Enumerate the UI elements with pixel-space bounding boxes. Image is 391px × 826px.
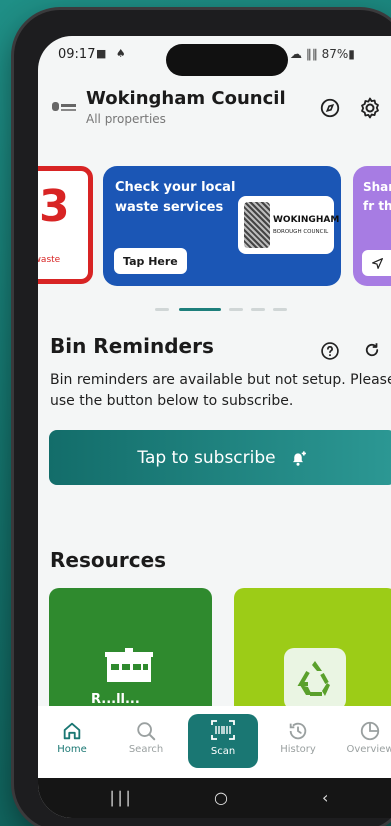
refresh-button[interactable]	[363, 341, 381, 363]
app-screen: 09:17 ■ ♠ ☁ ∥∥ 87%▮ Wokingham Council Al…	[38, 36, 391, 818]
camera-island	[166, 44, 288, 76]
status-time: 09:17	[58, 47, 96, 62]
banner-left-text: n waste	[38, 255, 61, 265]
page-dot[interactable]	[273, 308, 287, 311]
crest-icon	[244, 202, 270, 248]
council-logo-icon	[52, 98, 76, 114]
banner-card-share[interactable]: Share with fr them t In	[353, 166, 391, 286]
subscribe-label: Tap to subscribe	[137, 447, 276, 468]
help-button[interactable]	[320, 341, 340, 365]
page-dot[interactable]	[229, 308, 243, 311]
logo-subtitle: BOROUGH COUNCIL	[273, 229, 329, 235]
banner-3-graphic: 3	[39, 181, 70, 232]
compass-button[interactable]	[318, 96, 342, 120]
property-selector[interactable]: All properties	[86, 112, 166, 126]
building-icon	[105, 648, 153, 682]
status-bar: 09:17 ■ ♠ ☁ ∥∥ 87%▮	[38, 36, 391, 76]
pie-chart-icon	[360, 721, 380, 741]
banner-card-waste-services[interactable]: Check your local waste services Tap Here…	[103, 166, 341, 286]
recycle-icon-tile	[284, 648, 346, 708]
nav-overview-label: Overview	[346, 744, 391, 755]
nav-search-label: Search	[128, 744, 164, 755]
nav-scan-button[interactable]: Scan	[188, 714, 258, 768]
logo-name: WOKINGHAM	[273, 215, 340, 225]
page-title: Wokingham Council	[86, 88, 286, 109]
resource-card-recycling[interactable]	[234, 588, 391, 708]
banner-headline: Check your local waste services	[115, 180, 236, 215]
resources-heading: Resources	[50, 548, 167, 572]
send-icon	[372, 257, 383, 269]
tap-here-button[interactable]: Tap Here	[114, 248, 187, 274]
banner-carousel[interactable]: 3 n waste Check your local waste service…	[38, 166, 391, 286]
banner-card-previous[interactable]: 3 n waste	[38, 166, 93, 284]
wokingham-borough-logo: WOKINGHAM BOROUGH COUNCIL	[238, 196, 339, 254]
home-system-button[interactable]: ○	[214, 788, 228, 807]
nav-search[interactable]: Search	[114, 718, 178, 755]
nav-home-label: Home	[57, 744, 87, 755]
settings-button[interactable]	[358, 96, 382, 120]
subscribe-button[interactable]: Tap to subscribe	[49, 430, 391, 485]
home-icon	[63, 722, 81, 740]
app-header: Wokingham Council All properties	[38, 84, 391, 132]
refresh-icon	[365, 343, 379, 357]
nav-home[interactable]: Home	[40, 718, 104, 755]
help-icon	[321, 342, 339, 360]
search-icon	[137, 722, 156, 741]
page-dot[interactable]	[251, 308, 265, 311]
recycle-icon	[297, 661, 330, 696]
page-dot-active[interactable]	[179, 308, 221, 311]
banner-share-headline: Share with fr them t	[363, 180, 391, 213]
carousel-pagination	[38, 308, 391, 314]
recents-button[interactable]: ∣∣∣	[108, 788, 132, 807]
share-button[interactable]: In	[362, 250, 391, 276]
nav-history[interactable]: History	[266, 718, 330, 755]
barcode-scan-icon	[211, 720, 235, 740]
page-dot[interactable]	[155, 308, 169, 311]
back-button[interactable]: ‹	[322, 788, 328, 807]
nav-history-label: History	[280, 744, 316, 755]
bell-plus-icon	[292, 450, 306, 466]
resource-card-label: R...ll...	[91, 692, 140, 707]
bin-reminders-message: Bin reminders are available but not setu…	[50, 372, 391, 409]
resource-card-recycling-centre[interactable]: R...ll...	[49, 588, 212, 708]
system-navigation-bar: ∣∣∣ ○ ‹	[38, 778, 391, 818]
history-icon	[289, 722, 307, 740]
status-notification-icons: ■ ♠	[96, 47, 129, 60]
compass-icon	[320, 98, 340, 118]
status-battery: ☁ ∥∥ 87%▮	[290, 47, 355, 61]
bin-reminders-heading: Bin Reminders	[50, 334, 214, 358]
nav-overview[interactable]: Overview	[338, 718, 391, 755]
gear-icon	[361, 97, 379, 119]
nav-scan-label: Scan	[210, 746, 236, 757]
phone-frame: 09:17 ■ ♠ ☁ ∥∥ 87%▮ Wokingham Council Al…	[14, 10, 391, 826]
bottom-navigation: Home Search Scan History Overview	[38, 706, 391, 778]
